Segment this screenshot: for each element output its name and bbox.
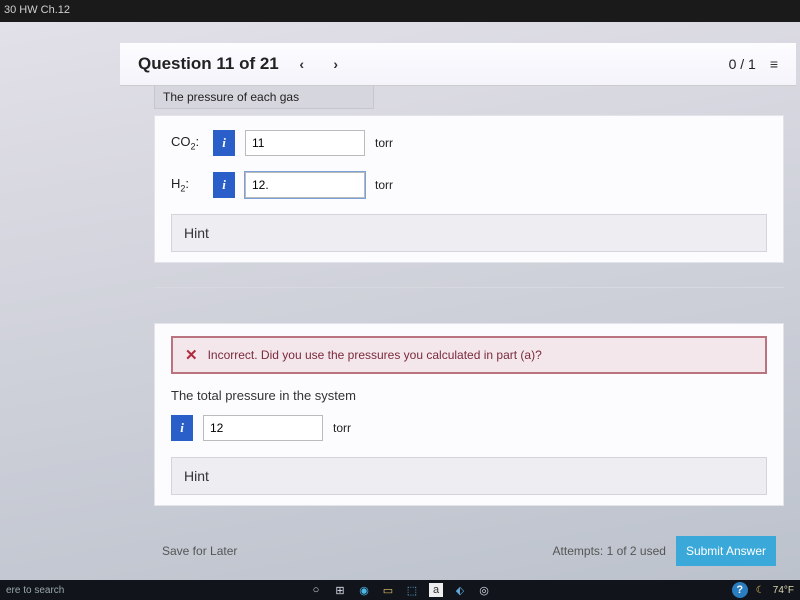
gas-label: CO2: [171, 134, 203, 152]
temperature-label: 74°F [773, 585, 794, 596]
part-b-block: ✕ Incorrect. Did you use the pressures y… [154, 323, 784, 506]
question-number: Question 11 of 21 [138, 54, 279, 74]
co2-pressure-input[interactable] [245, 130, 365, 156]
attempts-label: Attempts: 1 of 2 used [553, 544, 666, 558]
weather-icon[interactable]: ☾ [756, 585, 765, 596]
close-icon: ✕ [185, 346, 198, 364]
feedback-text: Incorrect. Did you use the pressures you… [208, 348, 542, 362]
explorer-icon[interactable]: ▭ [381, 583, 395, 597]
gas-row-h2: H2: i torr [171, 172, 767, 198]
question-header: Question 11 of 21 ‹ › 0 / 1 ≡ [120, 43, 796, 86]
part-a-block: CO2: i torr H2: i torr Hint [154, 115, 784, 263]
part-a-caption: The pressure of each gas [154, 86, 374, 109]
taskview-icon[interactable]: ⊞ [333, 583, 347, 597]
edge-icon[interactable]: ◉ [357, 583, 371, 597]
part-b-caption: The total pressure in the system [171, 388, 767, 403]
window-title: 30 HW Ch.12 [0, 0, 800, 20]
feedback-incorrect: ✕ Incorrect. Did you use the pressures y… [171, 336, 767, 374]
page: Question 11 of 21 ‹ › 0 / 1 ≡ The pressu… [120, 43, 796, 580]
total-pressure-input[interactable] [203, 415, 323, 441]
unit-label: torr [375, 136, 393, 150]
help-icon[interactable]: ? [732, 582, 748, 598]
info-icon[interactable]: i [213, 172, 235, 198]
score-display: 0 / 1 [729, 56, 756, 72]
viewport: Question 11 of 21 ‹ › 0 / 1 ≡ The pressu… [0, 22, 800, 580]
info-icon[interactable]: i [171, 415, 193, 441]
save-for-later-link[interactable]: Save for Later [162, 544, 237, 558]
unit-label: torr [333, 421, 351, 435]
dropbox-icon[interactable]: ⬖ [453, 583, 467, 597]
gas-row-co2: CO2: i torr [171, 130, 767, 156]
gas-label: H2: [171, 176, 203, 194]
store-icon[interactable]: ⬚ [405, 583, 419, 597]
search-input[interactable]: ere to search [6, 585, 64, 596]
list-icon[interactable]: ≡ [770, 56, 778, 72]
footer: Save for Later Attempts: 1 of 2 used Sub… [154, 506, 784, 576]
hint-button[interactable]: Hint [171, 457, 767, 495]
total-pressure-row: i torr [171, 415, 767, 441]
unit-label: torr [375, 178, 393, 192]
cortana-icon[interactable]: ○ [309, 583, 323, 597]
chrome-icon[interactable]: ◎ [477, 583, 491, 597]
h2-pressure-input[interactable] [245, 172, 365, 198]
next-question-button[interactable]: › [325, 53, 347, 75]
submit-answer-button[interactable]: Submit Answer [676, 536, 776, 566]
hint-button[interactable]: Hint [171, 214, 767, 252]
app-icon[interactable]: a [429, 583, 443, 597]
prev-question-button[interactable]: ‹ [291, 53, 313, 75]
info-icon[interactable]: i [213, 130, 235, 156]
taskbar: ere to search ○ ⊞ ◉ ▭ ⬚ a ⬖ ◎ ? ☾ 74°F [0, 580, 800, 600]
taskbar-apps: ○ ⊞ ◉ ▭ ⬚ a ⬖ ◎ [309, 583, 491, 597]
